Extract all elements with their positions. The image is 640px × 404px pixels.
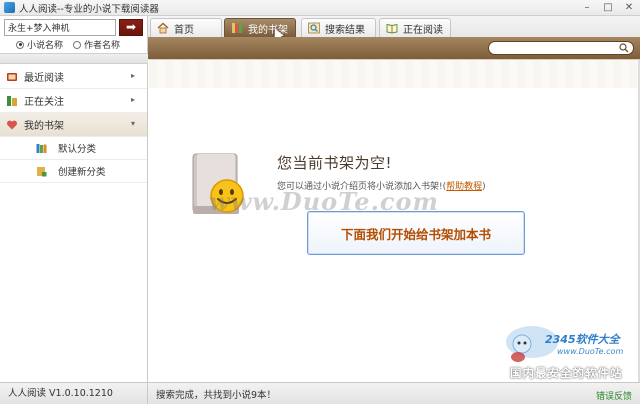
tab-label: 搜索结果 bbox=[325, 24, 365, 36]
chevron-down-icon: ▾ bbox=[130, 119, 135, 128]
bookshelf-icon bbox=[232, 23, 242, 33]
radio-unchecked-icon bbox=[73, 40, 82, 49]
recent-reading-icon bbox=[7, 73, 17, 81]
sidebar-nav: 最近阅读 ▸ 正在关注 ▸ 我的书架 ▾ 默认分类 创建新分类 bbox=[0, 65, 147, 183]
search-type-radios: 小说名称 作者名称 bbox=[16, 38, 120, 51]
minimize-button[interactable]: – bbox=[580, 1, 594, 14]
sidebar-item-following[interactable]: 正在关注 ▸ bbox=[0, 89, 147, 113]
add-book-button[interactable]: 下面我们开始给书架加本书 bbox=[307, 211, 525, 255]
empty-description: 您可以通过小说介绍页将小说添加入书架!(帮助教程) bbox=[277, 179, 486, 192]
radio-author-name[interactable]: 作者名称 bbox=[73, 38, 120, 51]
radio-novel-name[interactable]: 小说名称 bbox=[16, 38, 63, 51]
app-logo-icon bbox=[4, 2, 15, 13]
tab-label: 正在阅读 bbox=[403, 24, 443, 36]
top-search-input[interactable] bbox=[488, 41, 634, 55]
tab-search-results[interactable]: 搜索结果 bbox=[301, 18, 376, 37]
tab-reading[interactable]: 正在阅读 bbox=[379, 18, 451, 37]
sidebar-subitem-default-category[interactable]: 默认分类 bbox=[0, 137, 147, 160]
sidebar-subitem-new-category[interactable]: 创建新分类 bbox=[0, 160, 147, 183]
search-icon[interactable] bbox=[619, 43, 629, 53]
following-icon bbox=[7, 96, 17, 106]
status-version: 人人阅读 V1.0.10.1210 bbox=[0, 382, 148, 404]
empty-desc-end: ) bbox=[482, 182, 486, 192]
search-go-button[interactable]: ➡ bbox=[119, 19, 143, 36]
sidebar-item-label: 正在关注 bbox=[24, 97, 64, 108]
subitem-label: 创建新分类 bbox=[58, 167, 106, 178]
chevron-right-icon: ▸ bbox=[130, 71, 135, 80]
sidebar-divider bbox=[0, 53, 148, 64]
chevron-right-icon: ▸ bbox=[130, 95, 135, 104]
window-title: 人人阅读--专业的小说下载阅读器 bbox=[19, 3, 159, 15]
tab-bar: 首页 我的书架 搜索结果 正在阅读 bbox=[148, 16, 640, 37]
radio-checked-icon bbox=[16, 40, 24, 49]
error-feedback-link[interactable]: 错误反馈 bbox=[596, 389, 632, 402]
novel-search-input[interactable] bbox=[4, 19, 116, 36]
empty-title: 您当前书架为空! bbox=[277, 154, 393, 172]
bookshelf-heart-icon bbox=[6, 120, 18, 130]
tab-home[interactable]: 首页 bbox=[150, 18, 222, 37]
corner-watermark-slogan: 国内最安全的软件站 bbox=[510, 366, 623, 380]
sidebar: ➡ 小说名称 作者名称 最近阅读 ▸ 正在关注 ▸ bbox=[0, 16, 148, 382]
title-bar: 人人阅读--专业的小说下载阅读器 – □ ✕ bbox=[0, 0, 640, 16]
window-controls: – □ ✕ bbox=[580, 1, 636, 14]
home-icon bbox=[157, 22, 169, 34]
sidebar-search: ➡ bbox=[4, 19, 144, 36]
radio-label: 作者名称 bbox=[84, 41, 121, 51]
subitem-label: 默认分类 bbox=[58, 144, 97, 155]
sidebar-item-label: 最近阅读 bbox=[24, 73, 64, 84]
tab-bookshelf[interactable]: 我的书架 bbox=[224, 18, 296, 37]
sidebar-item-bookshelf[interactable]: 我的书架 ▾ bbox=[0, 113, 147, 137]
tab-label: 首页 bbox=[174, 24, 194, 36]
open-book-icon bbox=[386, 23, 398, 34]
search-results-icon bbox=[308, 22, 320, 34]
header-pattern bbox=[149, 60, 640, 88]
corner-watermark-url: www.DuoTe.com bbox=[557, 347, 624, 356]
help-tutorial-link[interactable]: 帮助教程 bbox=[446, 182, 482, 192]
sidebar-item-recent[interactable]: 最近阅读 ▸ bbox=[0, 65, 147, 89]
empty-desc-text: 您可以通过小说介绍页将小说添加入书架!( bbox=[277, 182, 447, 192]
status-message: 搜索完成，共找到小说9本！ bbox=[156, 389, 277, 401]
sidebar-item-label: 我的书架 bbox=[24, 121, 64, 132]
maximize-button[interactable]: □ bbox=[601, 1, 615, 14]
radio-label: 小说名称 bbox=[27, 41, 64, 51]
close-button[interactable]: ✕ bbox=[622, 1, 636, 14]
status-bar: 人人阅读 V1.0.10.1210 搜索完成，共找到小说9本！ 错误反馈 bbox=[0, 382, 640, 404]
corner-watermark-brand: 2345软件大全 bbox=[545, 333, 620, 346]
books-icon bbox=[36, 144, 47, 153]
new-category-icon bbox=[37, 167, 47, 177]
toolbar bbox=[148, 37, 640, 59]
